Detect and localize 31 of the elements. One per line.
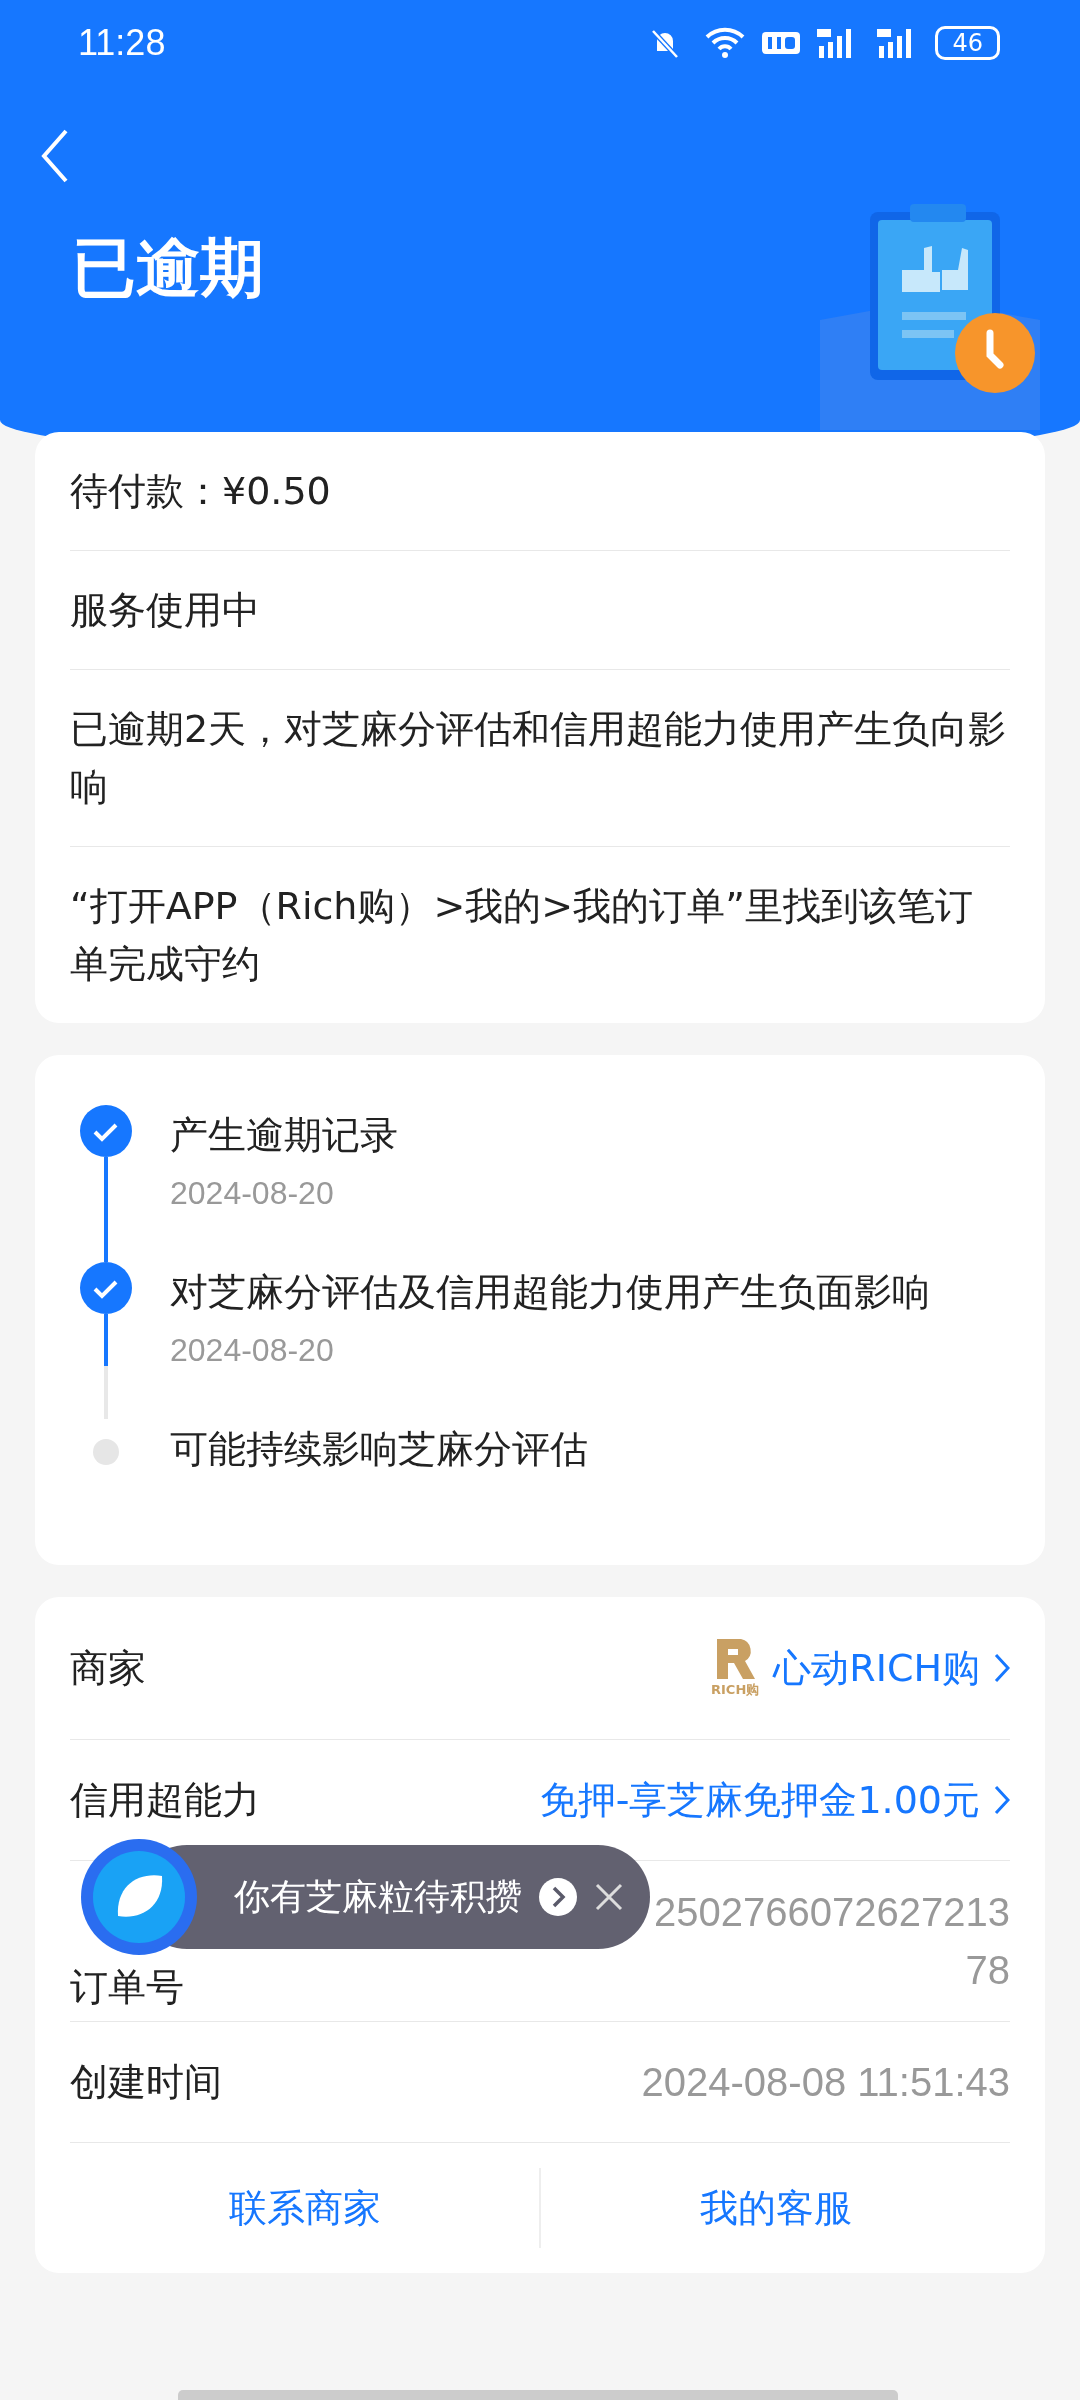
order-label: 订单号 bbox=[70, 1964, 184, 2011]
timeline-date: 2024-08-20 bbox=[170, 1332, 335, 1369]
battery-level: 46 bbox=[935, 26, 1000, 60]
created-time: 2024-08-08 11:51:43 bbox=[641, 2059, 1010, 2105]
order-number: 78 bbox=[965, 1947, 1010, 1994]
order-number: 2502766072627213 bbox=[654, 1889, 1010, 1936]
action-button[interactable]: 我的客服 bbox=[541, 2152, 1010, 2264]
clock: 11:28 bbox=[78, 22, 166, 64]
back-icon[interactable] bbox=[40, 128, 70, 184]
timeline-title: 对芝麻分评估及信用超能力使用产生负面影响 bbox=[170, 1269, 930, 1316]
toast-text: 你有芝麻粒待积攒 bbox=[234, 1874, 522, 1919]
status-text: 待付款：¥0.50 bbox=[70, 469, 331, 513]
timeline-date: 2024-08-20 bbox=[170, 1175, 335, 1212]
timeline-title: 产生逾期记录 bbox=[170, 1112, 398, 1159]
chevron-icon bbox=[994, 1653, 1010, 1683]
status-text: 服务使用中 bbox=[70, 588, 260, 632]
merchant-logo: RICH购 bbox=[711, 1637, 760, 1699]
close-icon[interactable] bbox=[594, 1882, 624, 1912]
merchant-link[interactable]: 心动RICH购 bbox=[773, 1642, 980, 1694]
credit-link[interactable]: 免押-享芝麻免押金1.00元 bbox=[539, 1774, 980, 1826]
status-text: 已逾期2天，对芝麻分评估和信用超能力使用产生负向影响 bbox=[70, 707, 1007, 809]
action-button[interactable]: 联系商家 bbox=[70, 2152, 539, 2264]
created-label: 创建时间 bbox=[70, 2058, 222, 2106]
page-title: 已逾期 bbox=[72, 230, 264, 307]
merchant-label: 商家 bbox=[70, 1644, 146, 1692]
chevron-icon bbox=[994, 1785, 1010, 1815]
timeline-title: 可能持续影响芝麻分评估 bbox=[170, 1426, 588, 1473]
status-text: “打开APP（Rich购）>我的>我的订单”里找到该笔订单完成守约 bbox=[70, 884, 973, 986]
chevron-circle-icon[interactable] bbox=[538, 1877, 578, 1917]
leaf-logo-icon bbox=[80, 1838, 198, 1956]
credit-label: 信用超能力 bbox=[70, 1776, 260, 1824]
